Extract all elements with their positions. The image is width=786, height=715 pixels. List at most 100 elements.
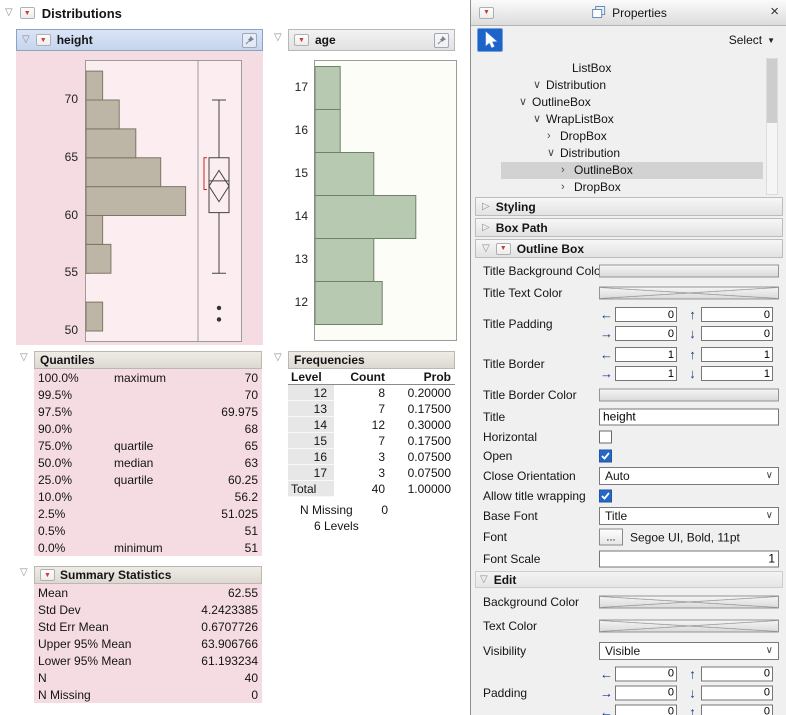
- height-histogram-bar[interactable]: [86, 244, 111, 273]
- title-border-input[interactable]: [615, 347, 677, 362]
- height-outline-titlebar[interactable]: ▽ ▼ height: [16, 29, 263, 51]
- height-histogram-bar[interactable]: [86, 302, 103, 331]
- red-triangle-menu-button[interactable]: ▼: [40, 569, 55, 581]
- title-text-color-swatch[interactable]: [599, 287, 779, 300]
- title-border-input[interactable]: [615, 366, 677, 381]
- title-padding-input[interactable]: [615, 307, 677, 322]
- open-checkbox[interactable]: [599, 449, 612, 462]
- chevron-down-icon[interactable]: ∨: [519, 95, 527, 110]
- padding-input[interactable]: [701, 685, 773, 700]
- scrollbar-thumb[interactable]: [767, 59, 777, 123]
- age-histogram-plot[interactable]: [314, 60, 457, 341]
- tree-item-dropbox[interactable]: ›DropBox: [501, 128, 763, 145]
- base-font-select[interactable]: Title∨: [599, 507, 779, 525]
- age-histogram-bar[interactable]: [315, 153, 374, 196]
- disclosure-triangle-icon[interactable]: ▽: [20, 353, 28, 363]
- age-outline-titlebar[interactable]: ▼ age: [288, 29, 455, 51]
- section-header-edit[interactable]: ▽Edit: [475, 571, 783, 588]
- close-icon[interactable]: ×: [770, 4, 779, 20]
- disclosure-triangle-icon[interactable]: ▽: [5, 8, 13, 18]
- disclosure-triangle-icon[interactable]: ▷: [482, 223, 490, 233]
- red-triangle-menu-button[interactable]: ▼: [20, 7, 35, 19]
- pointer-tool-button[interactable]: [477, 28, 503, 52]
- title-padding-input[interactable]: [615, 326, 677, 341]
- disclosure-triangle-icon[interactable]: ▽: [20, 568, 28, 578]
- disclosure-triangle-icon[interactable]: ▽: [274, 33, 282, 43]
- red-triangle-menu-button[interactable]: ▼: [496, 243, 511, 255]
- chevron-down-icon[interactable]: ∨: [547, 146, 555, 161]
- height-histogram-bar[interactable]: [86, 187, 186, 216]
- height-histogram-bar[interactable]: [86, 158, 161, 187]
- pin-button[interactable]: [434, 33, 449, 48]
- allow-title-wrapping-checkbox[interactable]: [599, 489, 612, 502]
- pin-button[interactable]: [242, 33, 257, 48]
- padding-input[interactable]: [615, 666, 677, 681]
- chevron-right-icon[interactable]: ›: [561, 163, 565, 178]
- tree-scrollbar[interactable]: [766, 58, 778, 195]
- tree-item-outlinebox[interactable]: ∨OutlineBox: [501, 94, 763, 111]
- close-orientation-select[interactable]: Auto∨: [599, 467, 779, 485]
- disclosure-triangle-icon[interactable]: ▽: [22, 35, 30, 45]
- section-box-path[interactable]: ▷ Box Path: [475, 218, 783, 237]
- title-border-color-swatch[interactable]: [599, 389, 779, 402]
- red-triangle-menu-button[interactable]: ▼: [479, 7, 494, 19]
- padding-input[interactable]: [615, 685, 677, 700]
- chevron-right-icon[interactable]: ›: [547, 129, 551, 144]
- freq-level: 17: [288, 465, 334, 481]
- age-histogram-bar[interactable]: [315, 110, 340, 153]
- frequencies-titlebar[interactable]: Frequencies: [288, 351, 455, 369]
- freq-level: 12: [288, 385, 334, 401]
- age-histogram-bar[interactable]: [315, 282, 382, 325]
- age-histogram-bar[interactable]: [315, 239, 374, 282]
- prop-row-title: Title: [471, 406, 786, 427]
- prop-control-open: [599, 449, 779, 462]
- title-border-input[interactable]: [701, 347, 773, 362]
- padding-input[interactable]: [701, 666, 773, 681]
- prop-control-title-background-color: [599, 265, 779, 278]
- select-dropdown[interactable]: Select ▼: [725, 31, 779, 49]
- title-background-color-swatch[interactable]: [599, 265, 779, 278]
- properties-titlebar[interactable]: ▼ Properties ×: [471, 0, 786, 26]
- height-histogram-bar[interactable]: [86, 71, 103, 100]
- outlier-point[interactable]: [217, 317, 221, 321]
- summary-statistics-titlebar[interactable]: ▼ Summary Statistics: [34, 566, 262, 584]
- height-histogram-bar[interactable]: [86, 129, 136, 158]
- age-histogram-bar[interactable]: [315, 196, 416, 239]
- tree-item-distribution[interactable]: ∨Distribution: [501, 145, 763, 162]
- red-triangle-menu-button[interactable]: ▼: [36, 34, 51, 46]
- height-histogram-bar[interactable]: [86, 216, 103, 245]
- chevron-down-icon[interactable]: ∨: [533, 78, 541, 93]
- tree-item-distribution[interactable]: ∨Distribution: [501, 77, 763, 94]
- background-color-swatch[interactable]: [599, 596, 779, 609]
- tree-item-wraplistbox[interactable]: ∨WrapListBox: [501, 111, 763, 128]
- title-padding-input[interactable]: [701, 307, 773, 322]
- age-histogram-bar[interactable]: [315, 67, 340, 110]
- height-histogram-plot[interactable]: [85, 60, 242, 342]
- quantiles-titlebar[interactable]: Quantiles: [34, 351, 262, 369]
- font-picker-button[interactable]: ...: [599, 529, 623, 546]
- horizontal-checkbox[interactable]: [599, 430, 612, 443]
- disclosure-triangle-icon[interactable]: ▷: [482, 202, 490, 212]
- chevron-right-icon[interactable]: ›: [561, 180, 565, 195]
- tree-item-outlinebox[interactable]: ›OutlineBox: [501, 162, 763, 179]
- tree-item-dropbox[interactable]: ›DropBox: [501, 179, 763, 196]
- title-input[interactable]: [599, 408, 779, 425]
- title-border-input[interactable]: [701, 366, 773, 381]
- disclosure-triangle-icon[interactable]: ▽: [480, 575, 488, 585]
- font-scale-input[interactable]: [599, 550, 779, 567]
- prop-label: Title Text Color: [483, 286, 562, 300]
- text-color-swatch[interactable]: [599, 620, 779, 633]
- tree-item-listbox[interactable]: ListBox: [501, 60, 763, 77]
- red-triangle-menu-button[interactable]: ▼: [294, 34, 309, 46]
- visibility-select[interactable]: Visible∨: [599, 642, 779, 660]
- chevron-down-icon[interactable]: ∨: [533, 112, 541, 127]
- title-padding-input[interactable]: [701, 326, 773, 341]
- height-histogram-bar[interactable]: [86, 100, 119, 129]
- section-outline-box[interactable]: ▽ ▼ Outline Box: [475, 239, 783, 258]
- padding-input[interactable]: [615, 704, 677, 715]
- outlier-point[interactable]: [217, 306, 221, 310]
- disclosure-triangle-icon[interactable]: ▽: [482, 244, 490, 254]
- section-styling[interactable]: ▷ Styling: [475, 197, 783, 216]
- padding-input[interactable]: [701, 704, 773, 715]
- disclosure-triangle-icon[interactable]: ▽: [274, 353, 282, 363]
